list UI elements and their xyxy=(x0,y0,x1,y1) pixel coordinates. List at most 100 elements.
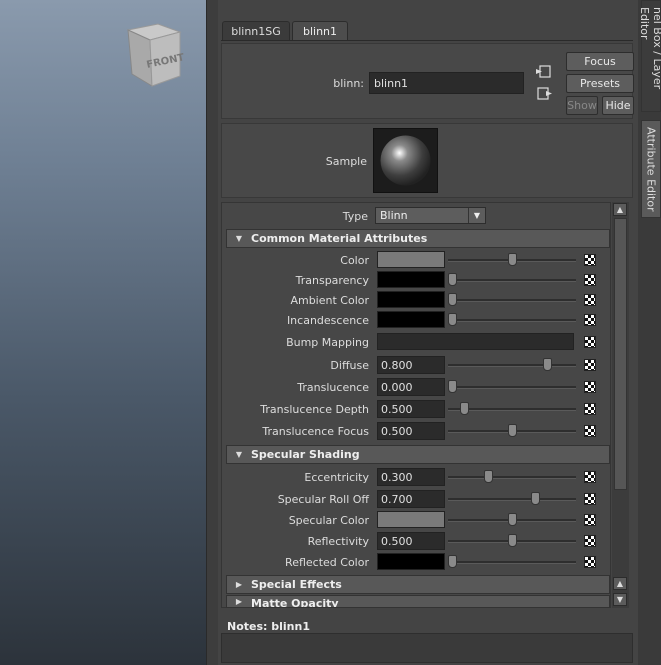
eccentricity-slider-track[interactable] xyxy=(448,476,576,479)
section-title: Common Material Attributes xyxy=(251,232,428,245)
reflected-color-slider-handle[interactable] xyxy=(448,555,457,568)
presets-button[interactable]: Presets xyxy=(566,74,634,93)
material-sample-swatch[interactable] xyxy=(373,128,438,193)
expanded-triangle-icon: ▼ xyxy=(235,234,243,243)
notes-label: Notes: blinn1 xyxy=(227,620,310,633)
specular-color-label: Specular Color xyxy=(288,514,369,527)
reflectivity-slider-handle[interactable] xyxy=(507,534,517,547)
specular-color-swatch[interactable] xyxy=(377,511,445,528)
map-texture-icon[interactable] xyxy=(584,381,596,393)
translucence-focus-field[interactable]: 0.500 xyxy=(377,422,445,440)
expanded-triangle-icon: ▼ xyxy=(235,450,243,459)
section-specular-shading[interactable]: ▼ Specular Shading xyxy=(226,445,610,464)
tab-blinn1[interactable]: blinn1 xyxy=(292,21,348,41)
map-texture-icon[interactable] xyxy=(584,514,596,526)
color-label: Color xyxy=(340,254,369,267)
translucence-depth-label: Translucence Depth xyxy=(260,403,369,416)
map-texture-icon[interactable] xyxy=(584,425,596,437)
translucence-focus-label: Translucence Focus xyxy=(262,425,369,438)
section-matte-opacity[interactable]: ▶ Matte Opacity xyxy=(226,595,610,608)
transparency-slider-handle[interactable] xyxy=(448,273,457,286)
ambient-color-slider-handle[interactable] xyxy=(448,293,457,306)
material-sphere-icon xyxy=(380,135,431,186)
incandescence-slider-track[interactable] xyxy=(448,319,576,322)
map-texture-icon[interactable] xyxy=(584,314,596,326)
bump-mapping-label: Bump Mapping xyxy=(286,336,369,349)
diffuse-slider-handle[interactable] xyxy=(543,358,553,371)
eccentricity-slider-handle[interactable] xyxy=(483,470,493,483)
tab-channel-box[interactable]: nel Box / Layer Editor xyxy=(638,0,661,112)
reflectivity-field[interactable]: 0.500 xyxy=(377,532,445,550)
diffuse-slider-track[interactable] xyxy=(448,364,576,367)
incandescence-swatch[interactable] xyxy=(377,311,445,328)
incandescence-label: Incandescence xyxy=(286,314,369,327)
type-label: Type xyxy=(342,210,368,223)
section-common-material-attributes[interactable]: ▼ Common Material Attributes xyxy=(226,229,610,248)
eccentricity-label: Eccentricity xyxy=(304,471,369,484)
diffuse-field[interactable]: 0.800 xyxy=(377,356,445,374)
translucence-label: Translucence xyxy=(297,381,369,394)
bump-mapping-field[interactable] xyxy=(377,333,574,350)
diffuse-label: Diffuse xyxy=(330,359,369,372)
reflectivity-label: Reflectivity xyxy=(307,535,369,548)
map-texture-icon[interactable] xyxy=(584,535,596,547)
ambient-color-swatch[interactable] xyxy=(377,291,445,308)
ambient-color-slider-track[interactable] xyxy=(448,299,576,302)
incandescence-slider-handle[interactable] xyxy=(448,313,457,326)
ambient-color-label: Ambient Color xyxy=(290,294,369,307)
map-texture-icon[interactable] xyxy=(584,403,596,415)
viewcube-icon[interactable]: FRONT xyxy=(124,22,184,88)
translucence-slider-track[interactable] xyxy=(448,386,576,389)
section-title: Special Effects xyxy=(251,578,342,591)
input-connection-icon[interactable] xyxy=(535,64,553,80)
color-swatch[interactable] xyxy=(377,251,445,268)
translucence-field[interactable]: 0.000 xyxy=(377,378,445,396)
translucence-focus-slider-handle[interactable] xyxy=(507,424,517,437)
type-dropdown[interactable]: Blinn ▼ xyxy=(375,207,486,224)
scroll-up-arrow-icon[interactable]: ▲ xyxy=(613,203,627,216)
scroll-down-arrow-icon[interactable]: ▼ xyxy=(613,593,627,606)
transparency-swatch[interactable] xyxy=(377,271,445,288)
tab-attribute-editor[interactable]: Attribute Editor xyxy=(641,120,661,218)
tab-blinn1sg[interactable]: blinn1SG xyxy=(222,21,290,41)
show-button[interactable]: Show xyxy=(566,96,598,115)
specular-color-slider-handle[interactable] xyxy=(507,513,517,526)
map-texture-icon[interactable] xyxy=(584,254,596,266)
specular-roll-off-field[interactable]: 0.700 xyxy=(377,490,445,508)
map-texture-icon[interactable] xyxy=(584,274,596,286)
map-texture-icon[interactable] xyxy=(584,471,596,483)
map-texture-icon[interactable] xyxy=(584,294,596,306)
color-slider-handle[interactable] xyxy=(507,253,517,266)
scroll-up-arrow-icon[interactable]: ▲ xyxy=(613,577,627,590)
reflected-color-slider-track[interactable] xyxy=(448,561,576,564)
translucence-depth-slider-handle[interactable] xyxy=(459,402,469,415)
specular-roll-off-slider-handle[interactable] xyxy=(531,492,541,505)
map-texture-icon[interactable] xyxy=(584,493,596,505)
scrollbar-thumb[interactable] xyxy=(614,218,627,490)
output-connection-icon[interactable] xyxy=(535,86,553,102)
sample-label: Sample xyxy=(325,155,367,168)
section-special-effects[interactable]: ▶ Special Effects xyxy=(226,575,610,594)
translucence-depth-field[interactable]: 0.500 xyxy=(377,400,445,418)
transparency-label: Transparency xyxy=(295,274,369,287)
map-texture-icon[interactable] xyxy=(584,359,596,371)
collapsed-triangle-icon: ▶ xyxy=(235,580,243,589)
specular-roll-off-slider-track[interactable] xyxy=(448,498,576,501)
map-texture-icon[interactable] xyxy=(584,336,596,348)
hide-button[interactable]: Hide xyxy=(602,96,634,115)
node-name-label: blinn: xyxy=(333,77,364,90)
transparency-slider-track[interactable] xyxy=(448,279,576,282)
viewport-panel[interactable]: FRONT xyxy=(0,0,206,665)
focus-button[interactable]: Focus xyxy=(566,52,634,71)
tab-divider xyxy=(221,40,633,41)
notes-field[interactable] xyxy=(221,633,633,663)
chevron-down-icon: ▼ xyxy=(468,208,485,223)
eccentricity-field[interactable]: 0.300 xyxy=(377,468,445,486)
type-dropdown-value: Blinn xyxy=(380,209,408,222)
translucence-slider-handle[interactable] xyxy=(448,380,457,393)
reflected-color-swatch[interactable] xyxy=(377,553,445,570)
collapsed-triangle-icon: ▶ xyxy=(235,597,243,606)
map-texture-icon[interactable] xyxy=(584,556,596,568)
node-name-field[interactable]: blinn1 xyxy=(369,72,524,94)
section-title: Specular Shading xyxy=(251,448,360,461)
